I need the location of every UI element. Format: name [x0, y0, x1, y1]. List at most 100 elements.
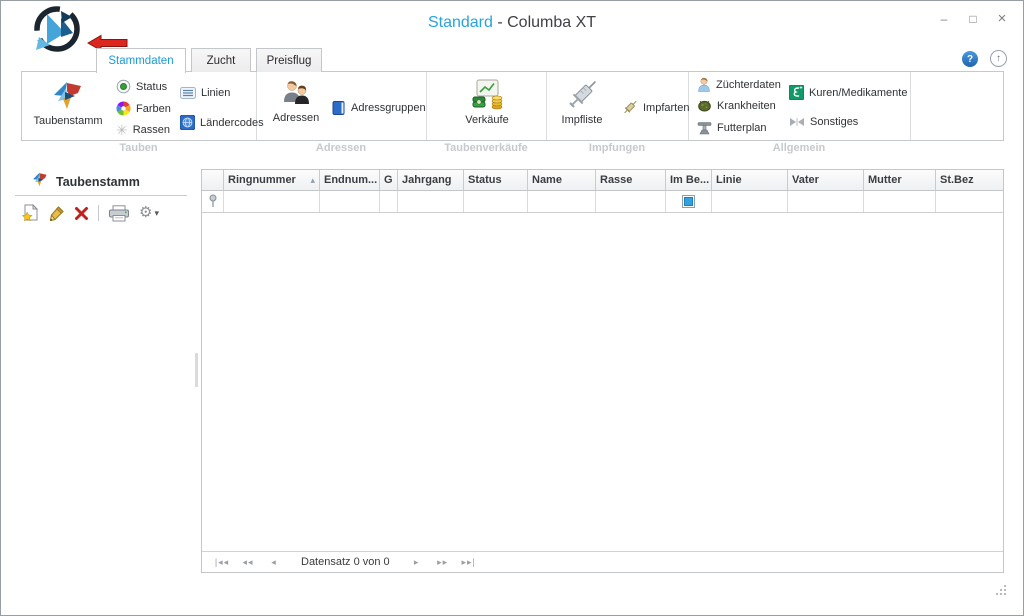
laendercodes-label: Ländercodes	[200, 117, 264, 129]
globe-icon	[180, 115, 195, 130]
data-grid: Ringnummer ▴ Endnum... G Jahrgang Status…	[201, 169, 1004, 573]
tab-zucht[interactable]: Zucht	[191, 48, 251, 72]
edit-record-button[interactable]	[48, 205, 65, 222]
impfliste-button[interactable]: Impfliste	[551, 74, 613, 136]
pin-icon	[208, 194, 218, 209]
adressgruppen-label: Adressgruppen	[351, 102, 426, 114]
collapse-ribbon-icon[interactable]: ↑	[990, 50, 1007, 67]
column-header-name[interactable]: Name	[528, 170, 596, 190]
nav-next-page-button[interactable]: ▸▸	[430, 557, 456, 568]
print-button[interactable]	[108, 205, 130, 222]
column-header-label: Ringnummer	[228, 174, 296, 186]
filter-cell-g[interactable]	[380, 191, 398, 212]
column-header-rasse[interactable]: Rasse	[596, 170, 666, 190]
nav-prev-page-button[interactable]: ◂◂	[235, 557, 261, 568]
column-header-stbez[interactable]: St.Bez	[936, 170, 1003, 190]
person-icon	[697, 77, 711, 92]
column-header-mutter[interactable]: Mutter	[864, 170, 936, 190]
resize-grip[interactable]	[994, 584, 1007, 597]
record-count-label: Datensatz 0 von 0	[301, 556, 390, 568]
filter-cell-jahrgang[interactable]	[398, 191, 464, 212]
filter-cell-mutter[interactable]	[864, 191, 936, 212]
ribbon-group-adressen: Adressen Adressgruppen	[257, 72, 427, 140]
nav-first-button[interactable]: |◂◂	[209, 557, 235, 568]
farben-button[interactable]: Farben	[116, 101, 171, 116]
zuechterdaten-button[interactable]: Züchterdaten	[697, 77, 781, 92]
syringe-small-icon	[621, 100, 638, 116]
misc-icon	[789, 117, 805, 127]
nav-prev-button[interactable]: ◂	[261, 557, 287, 568]
feeder-icon	[697, 121, 712, 135]
color-wheel-icon	[116, 101, 131, 116]
nav-next-button[interactable]: ▸	[404, 557, 430, 568]
column-header-ringnummer[interactable]: Ringnummer ▴	[224, 170, 320, 190]
column-header-g[interactable]: G	[380, 170, 398, 190]
window-title-profile: Standard	[428, 14, 493, 31]
sonstiges-label: Sonstiges	[810, 116, 858, 128]
delete-record-button[interactable]	[74, 206, 89, 221]
gear-icon: ⚙	[139, 205, 152, 221]
tab-stammdaten[interactable]: Stammdaten	[96, 48, 186, 73]
taubenstamm-label: Taubenstamm	[33, 115, 102, 127]
tab-preisflug[interactable]: Preisflug	[256, 48, 322, 72]
sonstiges-button[interactable]: Sonstiges	[789, 116, 858, 128]
krankheiten-label: Krankheiten	[717, 100, 776, 112]
filter-cell-stbez[interactable]	[936, 191, 1003, 212]
settings-button[interactable]: ⚙ ▾	[139, 205, 159, 221]
group-label-impfungen: Impfungen	[546, 142, 688, 158]
filter-cell-linie[interactable]	[712, 191, 788, 212]
nav-last-button[interactable]: ▸▸|	[456, 557, 482, 568]
futterplan-button[interactable]: Futterplan	[697, 121, 767, 135]
panel-splitter[interactable]	[195, 353, 198, 387]
medicine-icon	[789, 85, 804, 100]
filter-cell-im-bestand[interactable]	[666, 191, 712, 212]
germ-icon	[697, 99, 712, 113]
adressgruppen-button[interactable]: Adressgruppen	[331, 100, 426, 116]
new-record-button[interactable]	[22, 204, 39, 222]
sort-asc-icon: ▴	[308, 175, 315, 186]
status-button[interactable]: Status	[116, 79, 167, 94]
ribbon-group-labels: Tauben Adressen Taubenverkäufe Impfungen…	[21, 142, 1004, 158]
verkaeufe-button[interactable]: Verkäufe	[455, 74, 519, 136]
column-header-im-bestand[interactable]: Im Be...	[666, 170, 712, 190]
rassen-button[interactable]: ✳ Rassen	[116, 123, 170, 137]
window-title-app: - Columba XT	[493, 14, 596, 31]
kuren-medikamente-button[interactable]: Kuren/Medikamente	[789, 85, 907, 100]
adressen-label: Adressen	[273, 112, 319, 124]
book-icon	[331, 100, 346, 116]
maximize-button[interactable]: □	[966, 11, 980, 27]
filter-cell-ringnummer[interactable]	[224, 191, 320, 212]
ribbon-group-empty	[911, 72, 1003, 140]
linien-button[interactable]: Linien	[180, 86, 230, 100]
column-header-endnummer[interactable]: Endnum...	[320, 170, 380, 190]
im-bestand-checkbox[interactable]	[682, 195, 695, 208]
ribbon-group-tauben: Taubenstamm Status	[22, 72, 257, 140]
column-header-linie[interactable]: Linie	[712, 170, 788, 190]
linien-label: Linien	[201, 87, 230, 99]
filter-cell-endnummer[interactable]	[320, 191, 380, 212]
filter-cell-name[interactable]	[528, 191, 596, 212]
chevron-down-icon: ▾	[154, 208, 159, 219]
adressen-button[interactable]: Adressen	[265, 74, 327, 136]
panel-title: Taubenstamm	[56, 175, 140, 189]
panel-separator	[15, 195, 187, 196]
people-icon	[281, 79, 312, 109]
farben-label: Farben	[136, 103, 171, 115]
column-header-jahrgang[interactable]: Jahrgang	[398, 170, 464, 190]
laendercodes-button[interactable]: Ländercodes	[180, 115, 264, 130]
row-indicator-header	[202, 170, 224, 190]
ribbon-group-taubenverkaeufe: Verkäufe	[427, 72, 547, 140]
filter-cell-vater[interactable]	[788, 191, 864, 212]
status-label: Status	[136, 81, 167, 93]
krankheiten-button[interactable]: Krankheiten	[697, 99, 776, 113]
taubenstamm-button[interactable]: Taubenstamm	[26, 74, 110, 136]
column-header-status[interactable]: Status	[464, 170, 528, 190]
filter-cell-rasse[interactable]	[596, 191, 666, 212]
impfarten-button[interactable]: Impfarten	[621, 100, 689, 116]
futterplan-label: Futterplan	[717, 122, 767, 134]
column-header-vater[interactable]: Vater	[788, 170, 864, 190]
minimize-button[interactable]: –	[937, 11, 951, 27]
close-button[interactable]: ×	[995, 11, 1009, 27]
help-icon[interactable]: ?	[962, 51, 978, 67]
filter-cell-status[interactable]	[464, 191, 528, 212]
